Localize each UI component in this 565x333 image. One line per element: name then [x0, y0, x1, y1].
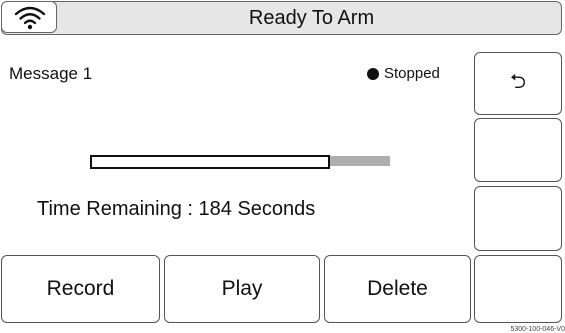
playback-status-label: Stopped [384, 65, 440, 82]
play-button[interactable]: Play [164, 255, 320, 323]
part-number: 5300-100-046-V0 [510, 326, 565, 333]
back-button[interactable]: ⮌ [474, 52, 562, 115]
progress-fill [90, 155, 330, 169]
filled-circle-icon [367, 67, 379, 80]
status-title: Ready To Arm [248, 7, 375, 29]
side-button-4[interactable] [474, 255, 562, 323]
side-button-3[interactable] [474, 186, 562, 251]
panel-screen: Ready To Arm Message 1 Stopped Time Rema… [0, 0, 565, 326]
side-button-2[interactable] [474, 118, 562, 182]
delete-button[interactable]: Delete [324, 255, 471, 323]
status-bar: Ready To Arm [1, 1, 562, 35]
time-remaining: Time Remaining : 184 Seconds [37, 198, 316, 220]
back-arrow-icon: ⮌ [509, 70, 527, 93]
message-name: Message 1 [9, 64, 93, 83]
wifi-button[interactable] [1, 1, 57, 33]
playback-status: Stopped [367, 65, 440, 82]
recording-progress-bar [90, 155, 390, 169]
record-button[interactable]: Record [1, 255, 160, 323]
wifi-icon [14, 6, 46, 30]
